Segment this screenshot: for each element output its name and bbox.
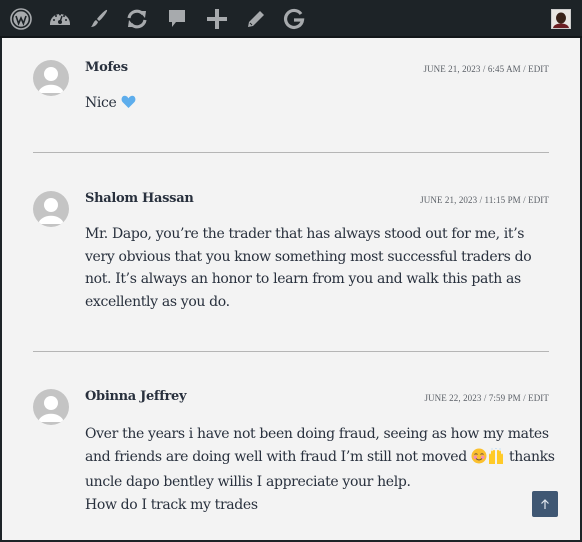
comment-item: Shalom Hassan June 21, 2023 / 11:15 pm /… [33, 191, 549, 321]
avatar [33, 389, 69, 425]
blue-heart-icon [121, 94, 136, 117]
comment-divider [33, 351, 549, 352]
new-content-icon[interactable] [205, 7, 229, 31]
comment-date-link[interactable]: June 21, 2023 / 11:15 pm [420, 195, 521, 205]
comment-item: Obinna Jeffrey June 22, 2023 / 7:59 pm /… [33, 389, 555, 529]
comment-divider [33, 152, 549, 153]
arrow-up-icon [541, 499, 549, 509]
user-avatar[interactable] [551, 9, 571, 29]
comment-author[interactable]: Obinna Jeffrey [85, 389, 187, 404]
default-avatar-icon [38, 67, 64, 93]
edit-comment-link[interactable]: Edit [528, 64, 549, 74]
smiling-face-icon [471, 448, 487, 472]
avatar [33, 191, 69, 227]
comment-meta: June 22, 2023 / 7:59 pm / Edit [424, 393, 549, 403]
default-avatar-icon [38, 396, 64, 422]
avatar [33, 60, 69, 96]
comment-body: Nice [85, 92, 555, 117]
wordpress-logo-icon[interactable] [9, 7, 33, 31]
comment-date-link[interactable]: June 21, 2023 / 6:45 am [423, 64, 520, 74]
edit-comment-link[interactable]: Edit [528, 195, 549, 205]
comments-section: Mofes June 21, 2023 / 6:45 am / Edit Nic… [3, 38, 579, 538]
wp-admin-bar [0, 0, 582, 38]
scroll-to-top-button[interactable] [532, 491, 558, 517]
comment-meta: June 21, 2023 / 6:45 am / Edit [423, 64, 549, 74]
comment-item: Mofes June 21, 2023 / 6:45 am / Edit Nic… [33, 60, 549, 130]
comment-date-link[interactable]: June 22, 2023 / 7:59 pm [424, 393, 520, 403]
google-icon[interactable] [282, 7, 306, 31]
edit-comment-link[interactable]: Edit [528, 393, 549, 403]
comment-body: Mr. Dapo, you’re the trader that has alw… [85, 226, 532, 310]
comment-author[interactable]: Mofes [85, 60, 128, 75]
comment-body: Over the years i have not been doing fra… [85, 426, 555, 513]
updates-icon[interactable] [125, 7, 149, 31]
default-avatar-icon [38, 198, 64, 224]
customize-brush-icon[interactable] [87, 7, 111, 31]
comments-icon[interactable] [165, 7, 189, 31]
dashboard-icon[interactable] [48, 7, 72, 31]
comment-author[interactable]: Shalom Hassan [85, 191, 194, 206]
comment-meta: June 21, 2023 / 11:15 pm / Edit [420, 195, 549, 205]
edit-icon[interactable] [244, 7, 268, 31]
raising-hands-icon [487, 447, 505, 472]
